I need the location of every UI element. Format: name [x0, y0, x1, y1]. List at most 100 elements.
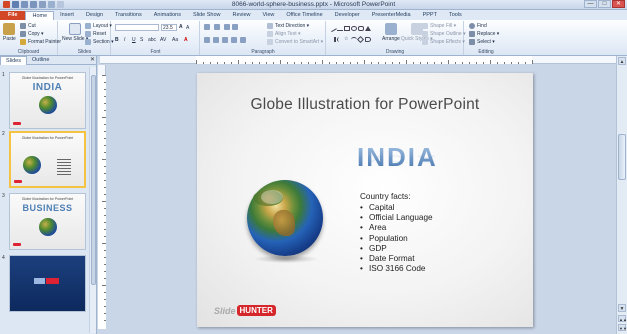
- slide-thumbnail-3[interactable]: 3 Globe Illustration for PowerPoint BUSI…: [2, 193, 88, 251]
- font-group-label: Font: [150, 49, 161, 55]
- find-button[interactable]: Find: [469, 23, 487, 29]
- ruler-tick: [406, 60, 407, 64]
- arrange-button[interactable]: Arrange: [382, 23, 400, 42]
- previous-slide-button[interactable]: ▲▲: [618, 315, 627, 322]
- slide-thumbnail-2[interactable]: 2 Globe Illustration for PowerPoint: [2, 131, 88, 189]
- smartart-icon: [267, 39, 273, 45]
- paste-button[interactable]: Paste: [3, 23, 16, 42]
- ruler-tick: [364, 60, 365, 64]
- font-size-box[interactable]: 23.5: [161, 24, 177, 31]
- tab-animations[interactable]: Animations: [148, 11, 187, 20]
- scroll-thumb[interactable]: [618, 134, 626, 180]
- slide-scrollbar[interactable]: ▲ ▼ ▲▲ ▼▼: [616, 56, 627, 334]
- shape-effects-icon: [422, 39, 428, 45]
- shape-outline-button[interactable]: Shape Outline ▾: [422, 31, 466, 37]
- underline-button[interactable]: U: [132, 37, 136, 43]
- slide-thumbnail-4[interactable]: 4: [2, 255, 88, 313]
- close-pane-icon[interactable]: ✕: [88, 56, 97, 64]
- tab-outline[interactable]: Outline: [27, 56, 54, 65]
- shape-oval-icon: [351, 25, 357, 31]
- shrink-font-button[interactable]: A: [186, 25, 189, 31]
- ruler-tick: [196, 60, 197, 64]
- slide-title[interactable]: Globe Illustration for PowerPoint: [197, 96, 533, 114]
- section-icon: [85, 39, 91, 45]
- tab-file[interactable]: File: [0, 11, 26, 20]
- columns-button[interactable]: [240, 37, 246, 43]
- scroll-up-button[interactable]: ▲: [618, 57, 626, 65]
- minimize-button[interactable]: —: [584, 0, 597, 8]
- tab-design[interactable]: Design: [80, 11, 109, 20]
- tab-tools[interactable]: Tools: [443, 11, 468, 20]
- align-left-icon: [204, 37, 210, 43]
- align-text-button[interactable]: Align Text ▾: [267, 31, 301, 37]
- scroll-down-button[interactable]: ▼: [618, 304, 626, 312]
- close-button[interactable]: ✕: [612, 0, 625, 8]
- select-button[interactable]: Select ▾: [469, 39, 495, 45]
- bold-button[interactable]: B: [115, 37, 119, 43]
- shape-line-icon: [337, 26, 343, 31]
- increase-indent-icon: [232, 24, 238, 30]
- ruler-tick: [462, 62, 463, 64]
- shapes-gallery[interactable]: ☆: [329, 23, 376, 45]
- shape-rectangle-icon: [344, 25, 350, 31]
- decrease-indent-icon: [224, 24, 230, 30]
- change-case-button[interactable]: Aa: [172, 37, 178, 43]
- shape-fill-button[interactable]: Shape Fill ▾: [422, 23, 456, 29]
- replace-button[interactable]: Replace ▾: [469, 31, 499, 37]
- justify-button[interactable]: [231, 37, 237, 43]
- grow-font-button[interactable]: A: [179, 24, 183, 30]
- tab-office-timeline[interactable]: Office Timeline: [280, 11, 328, 20]
- tab-view[interactable]: View: [257, 11, 281, 20]
- tab-review[interactable]: Review: [227, 11, 257, 20]
- ruler-tick: [329, 62, 330, 64]
- facts-textbox[interactable]: Country facts: Capital Official Language…: [360, 192, 433, 275]
- decrease-indent-button[interactable]: [224, 24, 230, 30]
- ruler-tick: [287, 62, 288, 64]
- india-shape: [273, 210, 295, 236]
- ruler-tick: [224, 62, 225, 64]
- reset-button[interactable]: Reset: [85, 31, 106, 37]
- text-direction-button[interactable]: Text Direction ▾: [267, 23, 309, 29]
- globe-image[interactable]: [247, 180, 323, 256]
- pane-scroll-thumb[interactable]: [91, 75, 96, 285]
- slide[interactable]: Globe Illustration for PowerPoint INDIA …: [197, 73, 533, 327]
- char-spacing-button[interactable]: AV: [160, 37, 166, 43]
- copy-button[interactable]: Copy ▾: [20, 31, 44, 37]
- strikethrough-button[interactable]: S: [140, 37, 143, 43]
- ruler-tick: [238, 60, 239, 64]
- increase-indent-button[interactable]: [232, 24, 238, 30]
- section-button[interactable]: Section ▾: [85, 39, 114, 45]
- tab-slides[interactable]: Slides: [0, 56, 27, 65]
- numbering-button[interactable]: [214, 24, 220, 30]
- bullets-button[interactable]: [204, 24, 210, 30]
- font-color-button[interactable]: A: [184, 37, 188, 43]
- globe-highlight: [261, 190, 283, 204]
- next-slide-button[interactable]: ▼▼: [618, 324, 627, 331]
- fact-item: Population: [360, 234, 433, 244]
- shape-brace-icon: [337, 37, 343, 43]
- ruler-tick: [203, 62, 204, 64]
- shadow-button[interactable]: abc: [148, 37, 156, 43]
- tab-presentermedia[interactable]: PresenterMedia: [366, 11, 417, 20]
- font-name-box[interactable]: [115, 24, 159, 31]
- convert-smartart-button[interactable]: Convert to SmartArt ▾: [267, 39, 323, 45]
- tab-transitions[interactable]: Transitions: [109, 11, 148, 20]
- pane-scrollbar[interactable]: [89, 67, 96, 333]
- tab-developer[interactable]: Developer: [329, 11, 366, 20]
- align-left-button[interactable]: [204, 37, 210, 43]
- tab-slide-show[interactable]: Slide Show: [187, 11, 227, 20]
- layout-button[interactable]: Layout ▾: [85, 23, 112, 29]
- format-painter-button[interactable]: Format Painter: [20, 39, 61, 45]
- editing-group-label: Editing: [478, 49, 494, 55]
- tab-insert[interactable]: Insert: [54, 11, 80, 20]
- align-right-button[interactable]: [222, 37, 228, 43]
- tab-home[interactable]: Home: [25, 11, 55, 20]
- cut-button[interactable]: Cut: [20, 23, 36, 29]
- tab-pppt[interactable]: PPPT: [417, 11, 443, 20]
- shape-effects-button[interactable]: Shape Effects ▾: [422, 39, 465, 45]
- italic-button[interactable]: I: [124, 37, 125, 43]
- slide-thumbnail-1[interactable]: 1 Globe Illustration for PowerPoint INDI…: [2, 72, 88, 130]
- maximize-button[interactable]: □: [598, 0, 611, 8]
- align-center-button[interactable]: [213, 37, 219, 43]
- brand-logo: [34, 278, 62, 286]
